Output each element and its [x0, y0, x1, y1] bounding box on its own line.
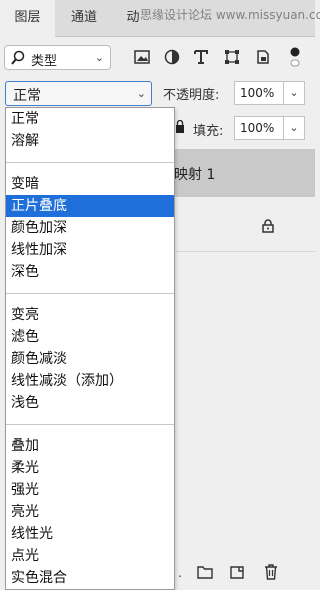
menu-group-darken: 变暗 正片叠底 颜色加深 线性加深 深色	[6, 173, 174, 283]
watermark-text: 思缘设计论坛 www.missyuan.com	[140, 8, 320, 22]
menu-item-darker-color[interactable]: 深色	[6, 261, 174, 283]
menu-item-pin-light[interactable]: 点光	[6, 545, 174, 567]
tab-layers[interactable]: 图层	[0, 0, 55, 37]
tab-channels[interactable]: 通道	[56, 0, 112, 36]
layer-name: 映射 1	[174, 167, 216, 183]
adjustment-layer-icon[interactable]: .	[174, 563, 192, 581]
smart-object-filter-icon[interactable]	[254, 47, 272, 67]
blend-mode-value: 正常	[13, 88, 41, 104]
new-group-icon[interactable]	[196, 563, 214, 581]
lock-all-icon[interactable]	[176, 119, 184, 138]
menu-item-color-dodge[interactable]: 颜色减淡	[6, 348, 174, 370]
search-icon	[11, 50, 25, 70]
menu-item-soft-light[interactable]: 柔光	[6, 457, 174, 479]
blend-mode-menu: 正常 溶解 变暗 正片叠底 颜色加深 线性加深 深色 变亮 滤色 颜色减淡 线性…	[5, 107, 175, 590]
menu-item-screen[interactable]: 滤色	[6, 326, 174, 348]
opacity-dropdown-button[interactable]: ⌄	[283, 81, 305, 105]
opacity-input[interactable]: 100%	[234, 81, 284, 105]
menu-item-linear-dodge[interactable]: 线性减淡（添加）	[6, 370, 174, 392]
menu-item-hard-mix[interactable]: 实色混合	[6, 567, 174, 589]
adjustment-filter-icon[interactable]	[163, 47, 181, 67]
shape-filter-icon[interactable]	[223, 47, 241, 67]
opacity-label: 不透明度:	[163, 88, 220, 103]
panel-tabs: 图层 通道 动 思缘设计论坛 www.missyuan.com	[0, 0, 320, 37]
menu-item-lighter-color[interactable]: 浅色	[6, 392, 174, 414]
menu-item-overlay[interactable]: 叠加	[6, 435, 174, 457]
menu-separator	[6, 152, 174, 173]
image-filter-icon[interactable]	[133, 47, 151, 67]
blend-mode-select[interactable]: 正常 ⌄	[5, 81, 152, 106]
new-layer-icon[interactable]	[228, 563, 246, 581]
svg-text:.: .	[178, 566, 182, 580]
filter-toggle-icon[interactable]	[289, 47, 301, 67]
chevron-down-icon: ⌄	[136, 87, 146, 100]
menu-item-dissolve[interactable]: 溶解	[6, 130, 174, 152]
menu-item-normal[interactable]: 正常	[6, 108, 174, 130]
menu-item-darken[interactable]: 变暗	[6, 173, 174, 195]
menu-group-normal: 正常 溶解	[6, 108, 174, 152]
menu-item-linear-light[interactable]: 线性光	[6, 523, 174, 545]
menu-item-lighten[interactable]: 变亮	[6, 304, 174, 326]
delete-layer-icon[interactable]	[262, 563, 280, 581]
menu-group-lighten: 变亮 滤色 颜色减淡 线性减淡（添加） 浅色	[6, 304, 174, 414]
fill-dropdown-button[interactable]: ⌄	[283, 116, 305, 140]
layer-filter-select[interactable]: 类型 ⌄	[4, 45, 111, 70]
menu-separator	[6, 414, 174, 435]
filter-type-label: 类型	[31, 54, 58, 69]
type-filter-icon[interactable]	[192, 47, 210, 67]
chevron-down-icon: ⌄	[94, 51, 104, 64]
menu-item-color-burn[interactable]: 颜色加深	[6, 217, 174, 239]
fill-input[interactable]: 100%	[234, 116, 284, 140]
menu-item-multiply[interactable]: 正片叠底	[6, 195, 174, 217]
menu-separator	[6, 283, 174, 304]
fill-label: 填充:	[193, 124, 224, 139]
menu-group-contrast: 叠加 柔光 强光 亮光 线性光 点光 实色混合	[6, 435, 174, 589]
menu-item-vivid-light[interactable]: 亮光	[6, 501, 174, 523]
lock-icon	[262, 219, 274, 237]
menu-item-hard-light[interactable]: 强光	[6, 479, 174, 501]
menu-item-linear-burn[interactable]: 线性加深	[6, 239, 174, 261]
